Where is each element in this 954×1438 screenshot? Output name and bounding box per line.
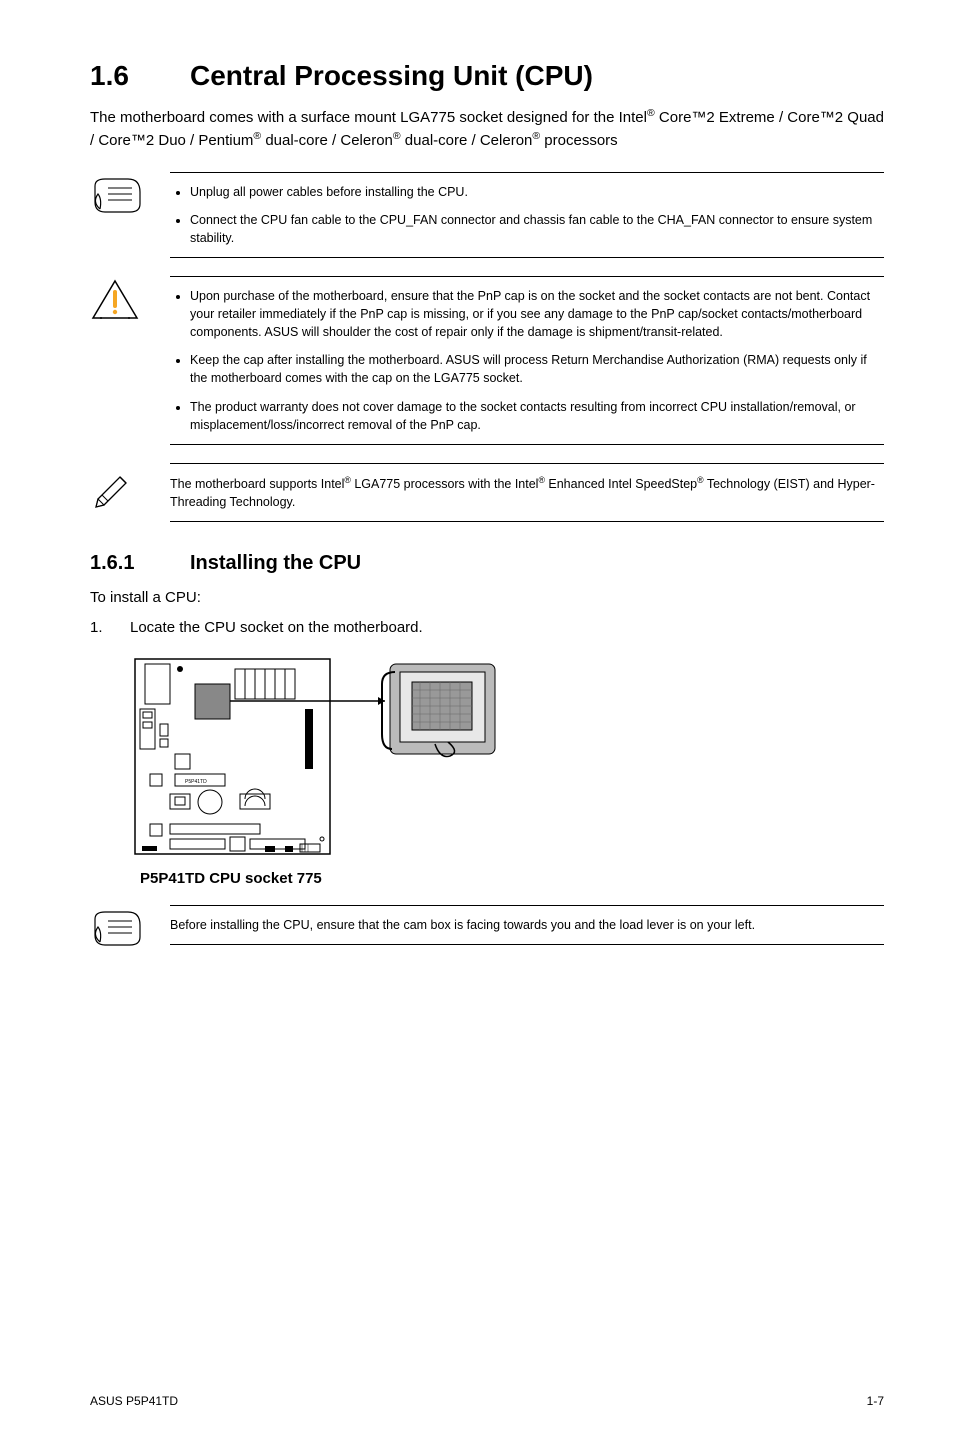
note-item: Unplug all power cables before installin… bbox=[190, 183, 884, 201]
svg-text:P5P41TD: P5P41TD bbox=[185, 779, 207, 785]
figure-caption: P5P41TD CPU socket 775 bbox=[140, 870, 884, 887]
subsection-title: Installing the CPU bbox=[190, 552, 361, 575]
caution-item: The product warranty does not cover dama… bbox=[190, 398, 884, 434]
section-title: Central Processing Unit (CPU) bbox=[190, 60, 593, 92]
note-text: Before installing the CPU, ensure that t… bbox=[170, 916, 884, 934]
note-list: Unplug all power cables before installin… bbox=[170, 183, 884, 247]
step-text: Locate the CPU socket on the motherboard… bbox=[130, 617, 423, 639]
subsection-lead: To install a CPU: bbox=[90, 587, 884, 609]
section-heading: 1.6 Central Processing Unit (CPU) bbox=[90, 60, 884, 92]
section-number: 1.6 bbox=[90, 60, 190, 92]
figure: P5P41TD bbox=[130, 654, 884, 887]
note-block-general: Unplug all power cables before installin… bbox=[90, 172, 884, 258]
footer-left: ASUS P5P41TD bbox=[90, 1394, 178, 1408]
step-number: 1. bbox=[90, 617, 130, 639]
caution-item: Upon purchase of the motherboard, ensure… bbox=[190, 287, 884, 341]
footer-right: 1-7 bbox=[867, 1394, 884, 1408]
motherboard-diagram: P5P41TD bbox=[130, 654, 510, 864]
page-footer: ASUS P5P41TD 1-7 bbox=[90, 1394, 884, 1408]
subsection-heading: 1.6.1 Installing the CPU bbox=[90, 552, 884, 575]
pencil-icon bbox=[90, 465, 135, 510]
caution-icon bbox=[90, 278, 140, 323]
note-icon bbox=[90, 907, 145, 947]
info-block: The motherboard supports Intel® LGA775 p… bbox=[90, 463, 884, 522]
section-intro: The motherboard comes with a surface mou… bbox=[90, 106, 884, 152]
note-icon bbox=[90, 174, 145, 214]
info-text: The motherboard supports Intel® LGA775 p… bbox=[170, 474, 884, 511]
subsection-number: 1.6.1 bbox=[90, 552, 190, 575]
caution-block: Upon purchase of the motherboard, ensure… bbox=[90, 276, 884, 445]
steps-list: 1. Locate the CPU socket on the motherbo… bbox=[90, 617, 884, 639]
caution-item: Keep the cap after installing the mother… bbox=[190, 351, 884, 387]
note-item: Connect the CPU fan cable to the CPU_FAN… bbox=[190, 211, 884, 247]
caution-list: Upon purchase of the motherboard, ensure… bbox=[170, 287, 884, 434]
note-block-cpu-orientation: Before installing the CPU, ensure that t… bbox=[90, 905, 884, 947]
step-item: 1. Locate the CPU socket on the motherbo… bbox=[90, 617, 884, 639]
